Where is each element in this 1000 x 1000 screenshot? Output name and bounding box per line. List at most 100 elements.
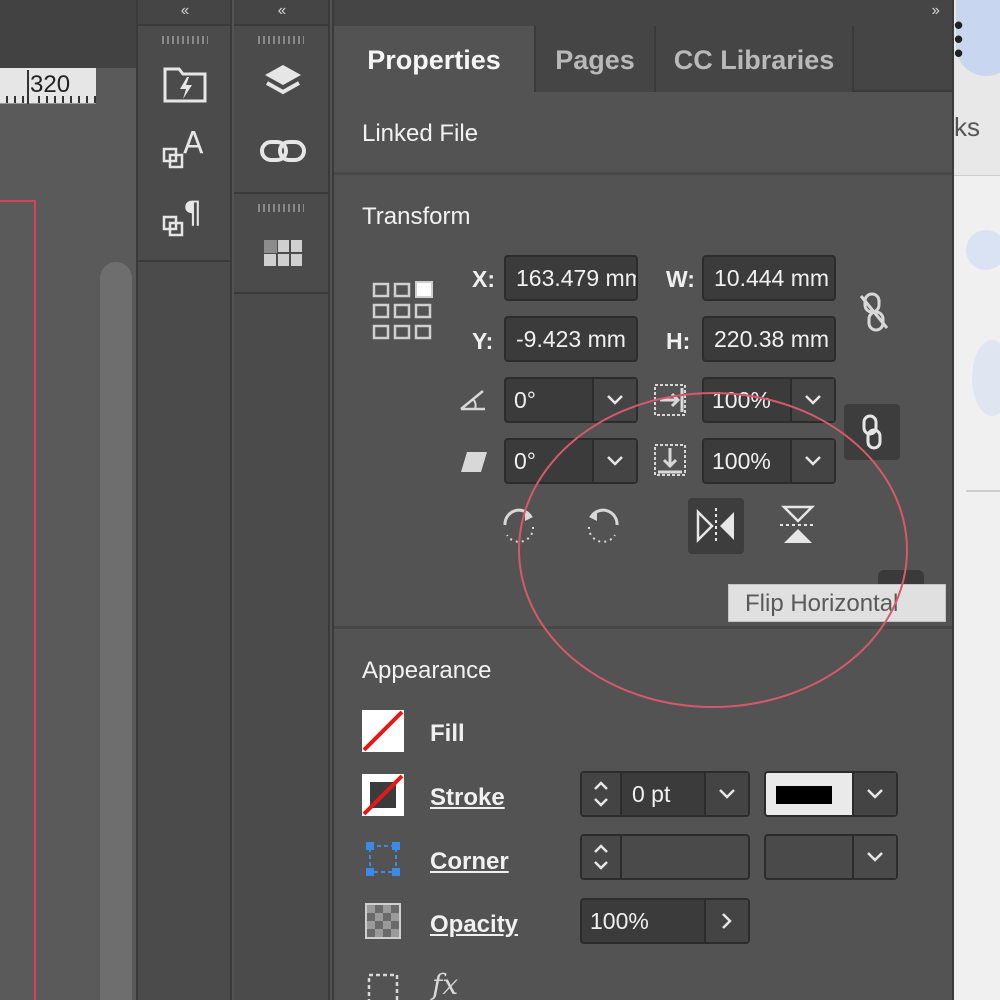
flip-horizontal-icon	[696, 508, 734, 544]
horizontal-ruler[interactable]: 320	[0, 68, 96, 104]
rotation-dropdown-button[interactable]	[592, 379, 636, 421]
background-window-text: ks	[954, 112, 980, 142]
shear-angle-icon	[458, 446, 490, 478]
opacity-checker-icon[interactable]	[364, 902, 402, 940]
scale-y-value[interactable]: 100%	[712, 440, 771, 482]
rotation-angle-value[interactable]: 0°	[514, 379, 536, 421]
links-icon[interactable]	[258, 126, 308, 176]
linked-file-heading[interactable]: Linked File	[362, 120, 478, 148]
rotate-counterclockwise-icon[interactable]	[578, 500, 628, 550]
panel-dock-column-2: ‹‹	[234, 0, 330, 1000]
w-label: W:	[666, 266, 695, 292]
height-field[interactable]: 220.38 mm	[702, 316, 836, 362]
rotate-clockwise-icon[interactable]	[494, 500, 544, 550]
stepper-arrows-icon	[594, 781, 608, 807]
reference-point-icon[interactable]	[370, 276, 436, 342]
flip-horizontal-tooltip: Flip Horizontal	[728, 584, 946, 622]
tab-pages[interactable]: Pages	[536, 26, 656, 92]
chevron-right-icon	[722, 913, 732, 929]
svg-text:¶: ¶	[183, 196, 202, 231]
chevron-down-icon	[805, 456, 821, 466]
dock-grip[interactable]	[258, 204, 304, 212]
more-options-icon: • • •	[954, 10, 964, 68]
link-icon	[862, 414, 882, 450]
scale-x-dropdown-button[interactable]	[790, 379, 834, 421]
chevron-down-icon	[607, 456, 623, 466]
corner-shape-dropdown-button[interactable]	[852, 836, 896, 878]
scale-y-icon	[652, 442, 688, 478]
chevron-down-icon	[867, 789, 883, 799]
collapse-dock-1-button[interactable]: ‹‹	[138, 0, 230, 26]
stroke-type-combo[interactable]	[764, 771, 898, 817]
x-position-field[interactable]: 163.479 mm	[504, 255, 638, 301]
expand-panel-button[interactable]: ››	[931, 0, 940, 22]
page-edge	[0, 200, 36, 1000]
panel-dock-column-1: ‹‹ A ¶	[136, 0, 232, 1000]
fill-swatch-icon[interactable]	[362, 710, 404, 752]
properties-panel: ›› Properties Pages CC Libraries Linked …	[332, 0, 954, 1000]
opacity-combo[interactable]: 100%	[580, 898, 750, 944]
stroke-weight-stepper[interactable]	[582, 773, 622, 815]
ruler-ticks	[0, 95, 96, 103]
character-styles-icon[interactable]: A	[160, 122, 210, 172]
chevron-down-icon	[607, 395, 623, 405]
stroke-swatch-icon[interactable]	[362, 774, 404, 816]
stroke-weight-combo[interactable]: 0 pt	[580, 771, 750, 817]
background-window-header: • • • ks	[954, 0, 1000, 176]
width-field[interactable]: 10.444 mm	[702, 255, 836, 301]
rotation-angle-icon	[458, 384, 490, 416]
scale-y-combo[interactable]: 100%	[702, 438, 836, 484]
scale-y-dropdown-button[interactable]	[790, 440, 834, 482]
y-position-field[interactable]: -9.423 mm	[504, 316, 638, 362]
tab-cc-libraries[interactable]: CC Libraries	[656, 26, 854, 92]
background-window: • • • ks	[952, 0, 1000, 1000]
section-divider	[334, 626, 954, 629]
x-label: X:	[472, 266, 495, 292]
flip-vertical-icon[interactable]	[770, 500, 826, 550]
stepper-arrows-icon	[594, 844, 608, 870]
scrollbar-thumb[interactable]	[100, 262, 132, 1000]
document-topbar	[0, 0, 136, 68]
stroke-type-dropdown-button[interactable]	[852, 773, 896, 815]
corner-shape-combo[interactable]	[764, 834, 898, 880]
opacity-label-link[interactable]: Opacity	[430, 911, 518, 939]
svg-text:A: A	[183, 126, 204, 161]
dock-grip[interactable]	[162, 36, 208, 44]
scale-x-combo[interactable]: 100%	[702, 377, 836, 423]
flip-horizontal-button[interactable]	[688, 498, 744, 554]
opacity-value[interactable]: 100%	[590, 900, 649, 942]
transform-heading: Transform	[362, 203, 471, 230]
dock-separator	[138, 260, 230, 262]
corner-size-combo[interactable]	[580, 834, 750, 880]
paragraph-styles-icon[interactable]: ¶	[160, 190, 210, 240]
collapse-dock-2-button[interactable]: ‹‹	[234, 0, 328, 26]
shear-angle-combo[interactable]: 0°	[504, 438, 638, 484]
constrain-scale-link-button[interactable]	[844, 404, 900, 460]
panel-tabs: Properties Pages CC Libraries	[334, 26, 954, 92]
opacity-slider-button[interactable]	[704, 900, 748, 942]
table-icon[interactable]	[258, 228, 308, 278]
scale-x-value[interactable]: 100%	[712, 379, 771, 421]
stroke-weight-value[interactable]: 0 pt	[632, 773, 670, 815]
stroke-label-link[interactable]: Stroke	[430, 784, 505, 812]
corner-size-stepper[interactable]	[582, 836, 622, 878]
effects-frame-icon[interactable]	[364, 970, 402, 1000]
scale-x-icon	[652, 382, 688, 418]
shear-dropdown-button[interactable]	[592, 440, 636, 482]
shear-angle-value[interactable]: 0°	[514, 440, 536, 482]
dock-separator	[234, 192, 328, 194]
fill-label: Fill	[430, 720, 465, 747]
corner-label-link[interactable]: Corner	[430, 848, 509, 876]
corner-options-icon[interactable]	[362, 838, 404, 880]
constrain-proportions-broken-icon[interactable]	[852, 290, 896, 334]
rotation-angle-combo[interactable]: 0°	[504, 377, 638, 423]
cc-libraries-folder-icon[interactable]	[160, 58, 210, 108]
tab-properties[interactable]: Properties	[334, 26, 536, 92]
background-shape	[966, 230, 1000, 270]
effects-fx-button[interactable]: fx	[432, 968, 458, 1000]
chevron-down-icon	[805, 395, 821, 405]
layers-icon[interactable]	[258, 58, 308, 108]
stroke-weight-dropdown-button[interactable]	[704, 773, 748, 815]
dock-grip[interactable]	[258, 36, 304, 44]
background-shape	[972, 340, 1000, 416]
